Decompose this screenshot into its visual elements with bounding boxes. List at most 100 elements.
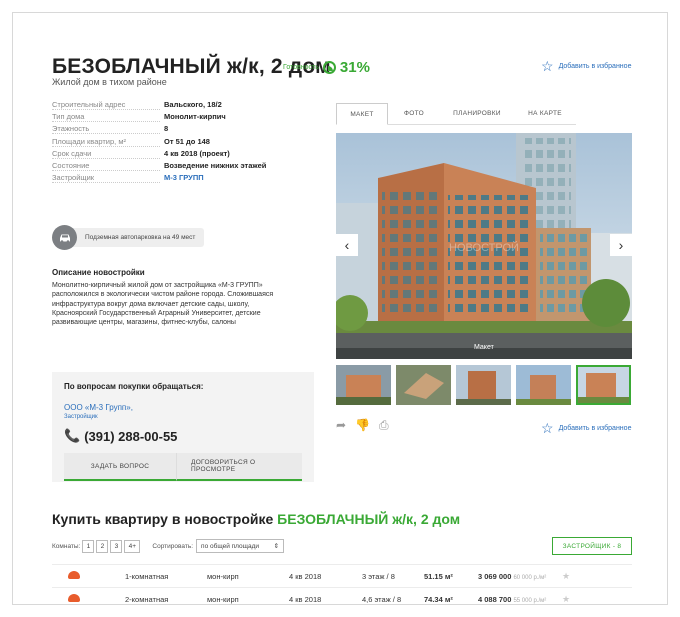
cell-price: 3 069 000 60 000 р./м²	[478, 572, 562, 581]
spec-value: Вальского, 18/2	[164, 100, 222, 109]
rooms-filter-4plus[interactable]: 4+	[124, 539, 141, 553]
gallery-tabs: МАКЕТ ФОТО ПЛАНИРОВКИ НА КАРТЕ	[336, 103, 576, 125]
spec-label: Состояние	[52, 161, 160, 171]
readiness: Готовность 31%	[283, 59, 370, 76]
cell-type: мон-кирп	[207, 594, 239, 604]
sort-select[interactable]: по общей площади ⇕	[196, 539, 285, 553]
buy-section-title: Купить квартиру в новостройке БЕЗОБЛАЧНЫ…	[52, 511, 460, 527]
room-icon	[52, 571, 125, 581]
builder-button[interactable]: ЗАСТРОЙЩИК - 8	[552, 537, 632, 555]
parking-badge: Подземная автопарковка на 49 мест	[52, 225, 205, 250]
thumbnail[interactable]	[336, 365, 391, 405]
building-image: НОВОСТРОЙ	[336, 133, 632, 359]
spec-value: Монолит-кирпич	[164, 112, 226, 122]
star-icon[interactable]: ★	[562, 594, 582, 605]
price-value: 3 069 000	[478, 571, 512, 581]
spec-label: Строительный адрес	[52, 100, 160, 110]
spec-row: Тип дома Монолит-кирпич	[52, 112, 292, 124]
tab-plans[interactable]: ПЛАНИРОВКИ	[440, 103, 514, 125]
star-icon: ☆	[541, 420, 554, 436]
description-text: Монолитно-кирпичный жилой дом от застрой…	[52, 282, 274, 327]
spec-value: 8	[164, 124, 169, 134]
thumbnail-active[interactable]	[576, 365, 631, 405]
spec-row: Застройщик М-3 ГРУПП	[52, 173, 292, 185]
spec-label: Площади квартир, м²	[52, 137, 160, 147]
sort-value: по общей площади	[201, 542, 260, 550]
chevron-left-icon: ‹	[344, 237, 350, 253]
cell-type: мон-кирп	[207, 571, 239, 581]
readiness-label: Готовность	[283, 64, 319, 71]
cell-date: 4 кв 2018	[289, 594, 322, 604]
cell-area: 51.15 м²	[424, 571, 453, 581]
table-row[interactable]: 1-комнатная мон-кирп 4 кв 2018 3 этаж / …	[52, 564, 632, 587]
rooms-filter-3[interactable]: 3	[110, 539, 123, 553]
cell-rooms: 1-комнатная	[125, 571, 169, 581]
spec-value: От 51 до 148	[164, 136, 210, 146]
add-favorite-top[interactable]: ☆ Добавить в избранное	[541, 59, 631, 73]
rooms-filter-1[interactable]: 1	[82, 539, 95, 553]
chevron-right-icon: ›	[618, 237, 624, 253]
spec-row: Строительный адрес Вальского, 18/2	[52, 100, 292, 112]
add-favorite-bottom[interactable]: ☆ Добавить в избранное	[541, 421, 631, 435]
price-value: 4 088 700	[478, 594, 512, 604]
spec-label: Тип дома	[52, 112, 160, 123]
thumbnail[interactable]	[456, 365, 511, 405]
gallery-prev-button[interactable]: ‹	[336, 234, 358, 256]
gallery-next-button[interactable]: ›	[610, 234, 632, 256]
ask-question-button[interactable]: ЗАДАТЬ ВОПРОС	[64, 453, 176, 481]
contact-phone[interactable]: 📞 (391) 288-00-55	[64, 428, 177, 444]
pie-progress-icon	[322, 61, 336, 74]
readiness-value: 31%	[339, 59, 370, 76]
page-subtitle: Жилой дом в тихом районе	[52, 77, 167, 87]
spec-row: Этажность 8	[52, 124, 292, 136]
contact-buttons: ЗАДАТЬ ВОПРОС ДОГОВОРИТЬСЯ О ПРОСМОТРЕ	[64, 453, 302, 481]
table-row[interactable]: 2-комнатная мон-кирп 4 кв 2018 4,6 этаж …	[52, 587, 632, 610]
contact-company-link[interactable]: ООО «М-3 Групп»,	[64, 403, 133, 412]
builder-link[interactable]: М-3 ГРУПП	[160, 173, 204, 182]
cell-floor: 4,6 этаж / 8	[362, 594, 402, 604]
add-favorite-label: Добавить в избранное	[558, 62, 632, 70]
price-per-m: 60 000 р./м²	[513, 574, 547, 581]
room-icon	[52, 594, 125, 604]
spec-label: Застройщик	[52, 173, 160, 184]
contact-title: По вопросам покупки обращаться:	[64, 382, 204, 391]
cell-date: 4 кв 2018	[289, 571, 322, 581]
rooms-filter-2[interactable]: 2	[96, 539, 109, 553]
rooms-label: Комнаты:	[52, 542, 81, 550]
parking-text: Подземная автопарковка на 49 мест	[71, 228, 205, 247]
watermark: НОВОСТРОЙ	[449, 241, 519, 254]
thumbnail[interactable]	[516, 365, 571, 405]
image-caption: Макет	[474, 344, 494, 351]
arrange-viewing-button[interactable]: ДОГОВОРИТЬСЯ О ПРОСМОТРЕ	[176, 453, 302, 481]
phone-number: (391) 288-00-55	[84, 428, 178, 444]
spec-row: Площади квартир, м² От 51 до 148	[52, 137, 292, 149]
dislike-icon[interactable]: 👎	[355, 418, 370, 433]
tab-map[interactable]: НА КАРТЕ	[514, 103, 576, 125]
thumbnail[interactable]	[396, 365, 451, 405]
apartments-table: 1-комнатная мон-кирп 4 кв 2018 3 этаж / …	[52, 564, 632, 610]
tab-maket[interactable]: МАКЕТ	[336, 103, 388, 125]
price-per-m: 55 000 р./м²	[513, 597, 547, 604]
add-favorite-label: Добавить в избранное	[558, 424, 632, 432]
star-icon[interactable]: ★	[562, 571, 582, 582]
cell-price: 4 088 700 55 000 р./м²	[478, 595, 562, 604]
tab-photo[interactable]: ФОТО	[388, 103, 440, 125]
phone-icon: 📞	[64, 428, 81, 443]
contact-role: Застройщик	[64, 414, 98, 420]
car-icon	[52, 225, 77, 250]
select-arrows-icon: ⇕	[273, 543, 280, 550]
contact-box: По вопросам покупки обращаться: ООО «М-3…	[52, 372, 314, 482]
thumbnail-strip	[336, 365, 631, 405]
cell-rooms: 2-комнатная	[125, 594, 169, 604]
spec-value: 4 кв 2018 (проект)	[164, 148, 230, 158]
spec-value: Возведение нижних этажей	[164, 160, 267, 170]
spec-label: Этажность	[52, 124, 160, 135]
specs-list: Строительный адрес Вальского, 18/2 Тип до…	[52, 100, 292, 185]
share-icon[interactable]: ➦	[336, 418, 346, 433]
print-icon[interactable]: ⎙	[379, 418, 389, 433]
buy-title-prefix: Купить квартиру в новостройке	[52, 511, 278, 527]
cell-floor: 3 этаж / 8	[362, 571, 395, 581]
cell-area: 74.34 м²	[424, 594, 453, 604]
star-icon: ☆	[541, 58, 554, 74]
spec-row: Состояние Возведение нижних этажей	[52, 161, 292, 173]
